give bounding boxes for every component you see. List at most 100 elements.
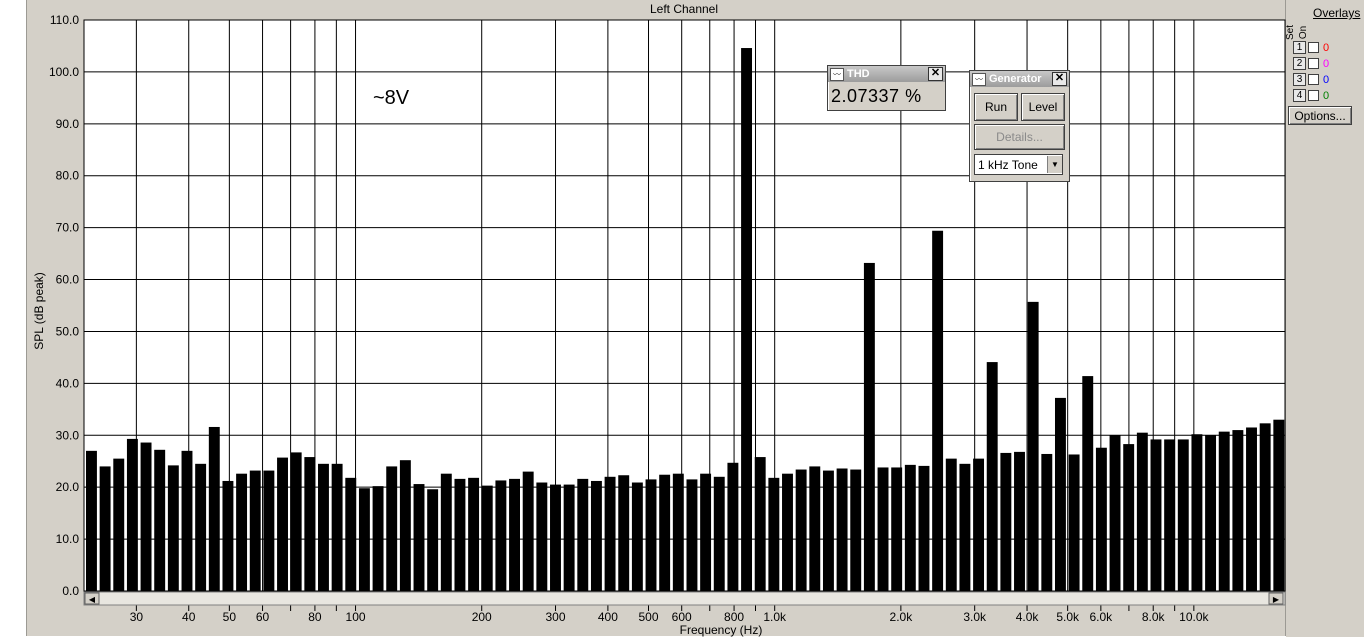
x-tick-label: 1.0k (763, 610, 787, 624)
bar (1109, 435, 1121, 591)
x-tick-label: 2.0k (890, 610, 914, 624)
bar (140, 442, 152, 591)
bar (904, 464, 916, 591)
overlay-set-button[interactable]: 3 (1293, 73, 1306, 86)
details-button[interactable]: Details... (974, 124, 1065, 150)
voltage-annotation: ~8V (373, 87, 410, 109)
bar (277, 457, 288, 591)
bar (1082, 376, 1094, 591)
chevron-down-icon[interactable]: ▼ (1047, 156, 1062, 173)
bar (358, 488, 370, 591)
x-tick-label: 200 (472, 610, 492, 624)
set-column-label: Set (1285, 24, 1297, 41)
scroll-left-arrow-icon: ◀ (89, 595, 96, 604)
y-tick-label: 110.0 (50, 13, 79, 27)
scroll-right-arrow-icon: ▶ (1273, 595, 1280, 604)
overlay-on-checkbox[interactable] (1308, 90, 1319, 101)
bar (604, 476, 616, 591)
y-tick-label: 100.0 (49, 65, 79, 79)
bar (713, 476, 725, 591)
bar (563, 484, 575, 591)
options-button[interactable]: Options... (1288, 106, 1352, 125)
meter-icon: 〰 (830, 67, 844, 81)
overlay-value: 0 (1323, 57, 1330, 70)
overlay-row: 30 (1293, 73, 1329, 86)
bar (1027, 301, 1039, 591)
bar (1232, 430, 1244, 591)
bar (154, 449, 166, 591)
overlay-on-checkbox[interactable] (1308, 74, 1319, 85)
bar (1191, 434, 1203, 591)
x-tick-label: 100 (346, 610, 366, 624)
x-tick-label: 600 (672, 610, 692, 624)
x-tick-label: 8.0k (1142, 610, 1166, 624)
bar (1068, 454, 1080, 591)
bar (1205, 435, 1217, 591)
bar (741, 48, 753, 592)
bar (918, 465, 930, 591)
y-tick-label: 20.0 (56, 480, 80, 494)
overlays-header[interactable]: Overlays (1313, 6, 1360, 20)
y-tick-label: 0.0 (62, 584, 79, 598)
bar (836, 468, 848, 591)
overlay-set-button[interactable]: 4 (1293, 89, 1306, 102)
on-column-label: On (1298, 25, 1310, 40)
bar (495, 480, 507, 591)
level-button[interactable]: Level (1021, 93, 1065, 121)
bar (345, 477, 357, 591)
x-tick-label: 3.0k (963, 610, 987, 624)
bar (645, 479, 657, 591)
bar (1218, 431, 1230, 591)
thd-window[interactable]: 〰 THD ✕ 2.07337 % (827, 65, 946, 111)
overlay-on-checkbox[interactable] (1308, 58, 1319, 69)
bar (782, 473, 793, 591)
tone-select[interactable]: 1 kHz Tone ▼ (974, 154, 1063, 175)
x-tick-label: 300 (546, 610, 566, 624)
bar (413, 484, 425, 591)
bar (1150, 439, 1162, 591)
bar (181, 450, 193, 591)
bar (727, 462, 739, 591)
y-tick-label: 70.0 (56, 221, 80, 235)
bar (863, 262, 875, 591)
overlay-set-button[interactable]: 1 (1293, 41, 1306, 54)
bar (850, 469, 862, 591)
generator-window[interactable]: 〰 Generator ✕ Run Level Details... 1 kHz… (969, 70, 1070, 182)
tone-select-value: 1 kHz Tone (978, 157, 1038, 172)
run-button[interactable]: Run (974, 93, 1018, 121)
thd-titlebar[interactable]: 〰 THD ✕ (828, 66, 945, 82)
bar (877, 467, 889, 591)
bar (1164, 439, 1176, 591)
bar (973, 458, 985, 591)
thd-title: THD (847, 68, 870, 80)
bar (249, 470, 261, 591)
overlay-set-button[interactable]: 2 (1293, 57, 1306, 70)
bar (195, 463, 207, 591)
overlay-row: 20 (1293, 57, 1329, 70)
bar (932, 230, 944, 591)
bar (795, 469, 807, 591)
bar (126, 438, 138, 591)
overlay-on-checkbox[interactable] (1308, 42, 1319, 53)
bar (590, 480, 602, 591)
bar (768, 477, 780, 591)
chart-title: Left Channel (650, 2, 718, 16)
x-tick-label: 6.0k (1090, 610, 1114, 624)
bar (318, 463, 329, 591)
bar (686, 479, 698, 591)
bar (290, 452, 302, 591)
x-tick-label: 30 (130, 610, 144, 624)
thd-close-icon[interactable]: ✕ (928, 67, 943, 81)
overlays-panel: Overlays Set On 10203040 Options... (1285, 0, 1364, 637)
generator-close-icon[interactable]: ✕ (1052, 72, 1067, 86)
overlay-value: 0 (1323, 73, 1330, 86)
bar (1041, 453, 1053, 591)
y-tick-label: 40.0 (56, 376, 80, 390)
overlay-row: 10 (1293, 41, 1329, 54)
bar (618, 475, 630, 591)
x-tick-label: 400 (598, 610, 618, 624)
horizontal-scrollbar[interactable]: ◀ ▶ (83, 591, 1286, 606)
bar (468, 477, 480, 591)
bar (631, 482, 643, 591)
generator-titlebar[interactable]: 〰 Generator ✕ (970, 71, 1069, 87)
